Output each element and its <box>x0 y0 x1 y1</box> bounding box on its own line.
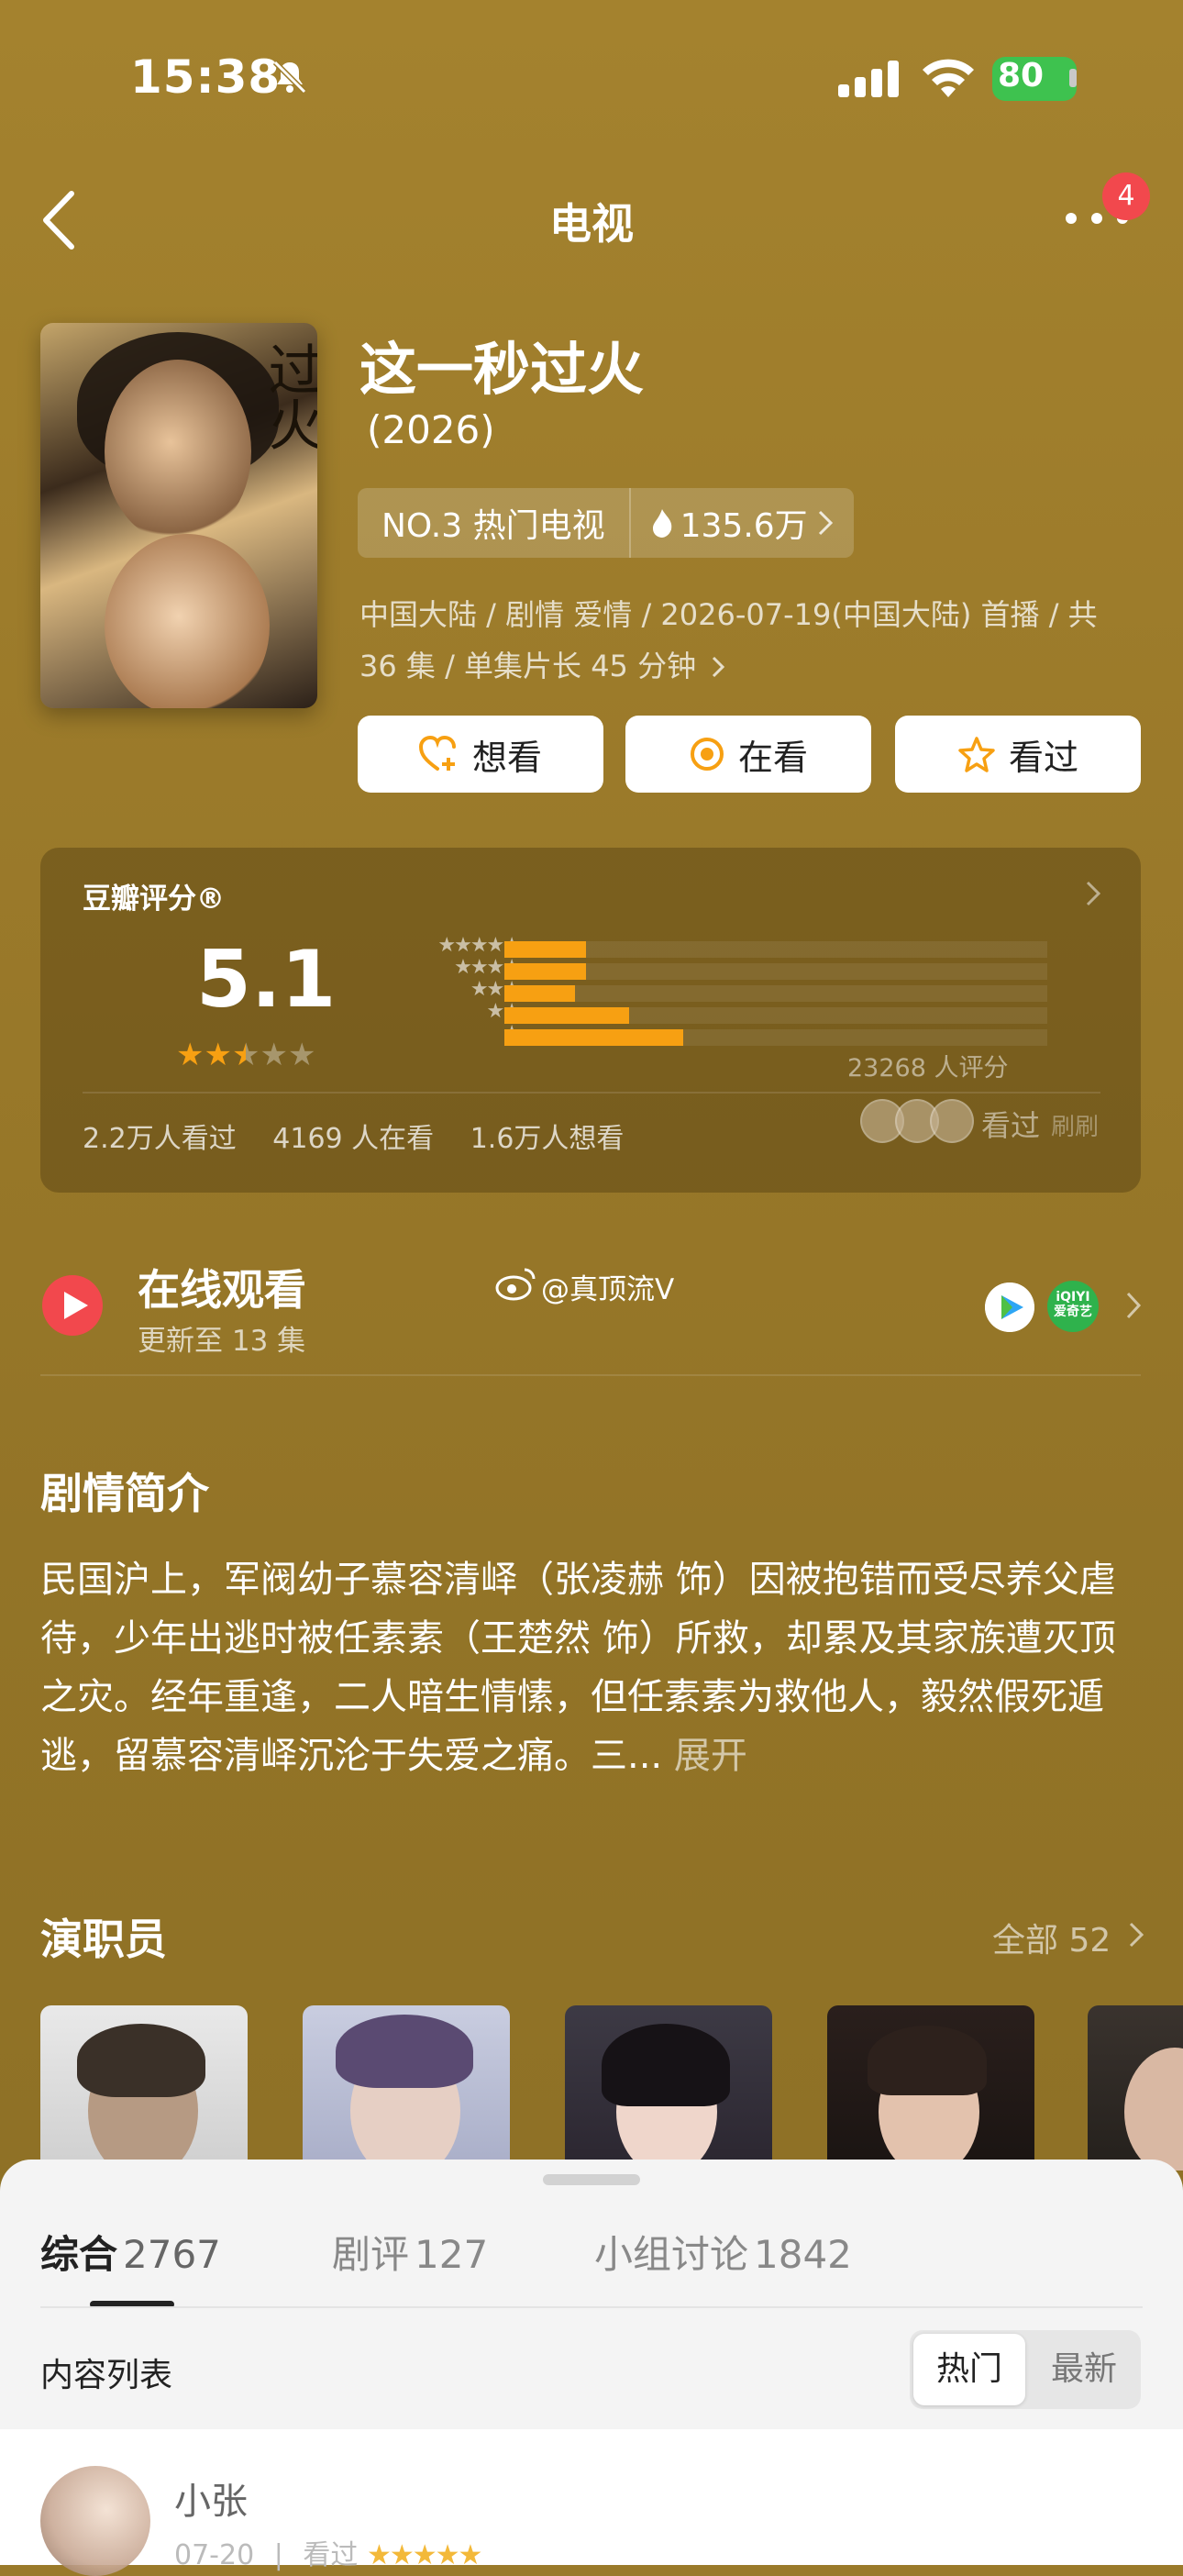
battery-cap <box>1069 69 1077 87</box>
chevron-right-icon[interactable] <box>1124 1290 1143 1321</box>
flame-icon <box>652 509 671 538</box>
chevron-right-icon[interactable] <box>1128 1921 1144 1949</box>
iqiyi-icon[interactable]: iQIYI 爱奇艺 <box>1047 1281 1099 1332</box>
watermark-text: @真顶流V <box>541 1273 675 1306</box>
heat-value: 135.6万 <box>680 507 808 545</box>
synopsis-title: 剧情简介 <box>40 1469 209 1518</box>
cast-photo[interactable] <box>303 2005 510 2171</box>
star-outline-icon <box>958 737 995 772</box>
show-poster[interactable]: 过火 <box>40 323 317 708</box>
star-icon: ★ <box>231 1037 260 1073</box>
notification-badge: 4 <box>1102 172 1150 220</box>
show-meta[interactable]: 中国大陆 / 剧情 爱情 / 2026-07-19(中国大陆) 首播 / 共 3… <box>359 589 1121 692</box>
list-item[interactable]: 小张 07-20 | 看过 ★★★★★ <box>0 2429 1183 2576</box>
rating-bar-row: ★★★★ <box>352 956 1067 982</box>
avatar[interactable] <box>40 2466 150 2576</box>
cast-photo[interactable] <box>1088 2005 1183 2171</box>
sort-toggle[interactable]: 热门 最新 <box>910 2330 1141 2409</box>
play-icon[interactable] <box>40 1273 105 1338</box>
chevron-right-icon <box>1086 881 1101 906</box>
online-watch-subtitle: 更新至 13 集 <box>138 1325 306 1358</box>
rating-score: 5.1 <box>196 934 337 1026</box>
rating-bar-row: ★★ <box>352 1000 1067 1026</box>
rank-label: NO.3 热门电视 <box>381 507 605 545</box>
rating-bar-fill <box>504 1007 629 1024</box>
refresh-label[interactable]: 刷刷 <box>1051 1108 1099 1142</box>
sort-hot-button[interactable]: 热门 <box>913 2334 1025 2405</box>
rating-label: 豆瓣评分® <box>83 883 225 916</box>
chevron-right-icon <box>713 656 725 678</box>
star-icon: ★ <box>204 1037 232 1073</box>
tencent-video-icon[interactable] <box>985 1282 1034 1332</box>
comment-meta: 07-20 | 看过 ★★★★★ <box>174 2539 482 2571</box>
nav-title: 电视 <box>549 199 634 249</box>
heat-indicator: 135.6万 <box>631 499 854 547</box>
rating-stars: ★★★★★ <box>176 1037 315 1073</box>
online-watch-title[interactable]: 在线观看 <box>138 1257 306 1317</box>
rank-heat-box[interactable]: NO.3 热门电视 135.6万 <box>358 488 854 558</box>
comments-sheet[interactable]: 综合 2767 剧评 127 小组讨论 1842 内容列表 热门 最新 小张 07-2… <box>0 2160 1183 2576</box>
status-bar: 15:38 80 <box>0 0 1183 156</box>
expand-link[interactable]: 展开 <box>674 1735 747 1777</box>
wifi-icon <box>923 59 974 97</box>
tab-overview[interactable]: 综合 2767 <box>40 2224 221 2280</box>
cast-all-link[interactable]: 全部 52 <box>992 1914 1111 1961</box>
want-to-watch-button[interactable]: 想看 <box>358 716 603 793</box>
content-list-label: 内容列表 <box>40 2357 173 2394</box>
sheet-handle[interactable] <box>543 2174 640 2185</box>
cast-title: 演职员 <box>40 1915 167 1964</box>
status-time: 15:38 <box>130 50 282 104</box>
star-icon: ★ <box>260 1037 288 1073</box>
comment-stars: ★★★★★ <box>366 2539 482 2571</box>
synopsis-text: 民国沪上，军阀幼子慕容清峄（张凌赫 饰）因被抱错而受尽养父虐待，少年出逃时被任素… <box>40 1559 1116 1777</box>
douban-rating-card[interactable]: 豆瓣评分® 5.1 ★★★★★ ★★★★★★★★★★★★★★★ 23268 人评… <box>40 848 1141 1193</box>
poster-title: 过火 <box>259 341 317 451</box>
weibo-icon <box>495 1268 536 1301</box>
star-icon: ★ <box>176 1037 205 1073</box>
show-year: (2026) <box>367 407 495 452</box>
watch-stats: 2.2万人看过 4169 人在看 1.6万人想看 <box>83 1123 625 1155</box>
cast-photo[interactable] <box>40 2005 248 2171</box>
cellular-signal-icon <box>838 61 899 97</box>
friends-watched-label: 看过 <box>981 1108 1041 1143</box>
cast-photo[interactable] <box>565 2005 772 2171</box>
heart-plus-icon <box>418 736 456 771</box>
tab-reviews[interactable]: 剧评 127 <box>332 2224 488 2280</box>
battery-level: 80 <box>998 57 1045 94</box>
show-title: 这一秒过火 <box>359 336 645 403</box>
rating-count: 23268 人评分 <box>847 1054 1009 1083</box>
chevron-right-icon <box>818 510 833 536</box>
rating-bar-fill <box>504 1029 683 1046</box>
watching-button[interactable]: 在看 <box>625 716 871 793</box>
sort-new-button[interactable]: 最新 <box>1029 2334 1139 2405</box>
tab-group-discussion[interactable]: 小组讨论 1842 <box>594 2224 852 2280</box>
cast-photo[interactable] <box>827 2005 1034 2171</box>
target-circle-icon <box>690 738 724 771</box>
friend-avatars <box>860 1099 974 1143</box>
rating-bar-row: ★★★ <box>352 978 1067 1004</box>
comment-author[interactable]: 小张 <box>174 2471 248 2525</box>
star-icon: ★ <box>287 1037 316 1073</box>
rating-bar-row: ★ <box>352 1022 1067 1048</box>
watched-button[interactable]: 看过 <box>895 716 1141 793</box>
bell-mute-icon <box>272 60 307 94</box>
